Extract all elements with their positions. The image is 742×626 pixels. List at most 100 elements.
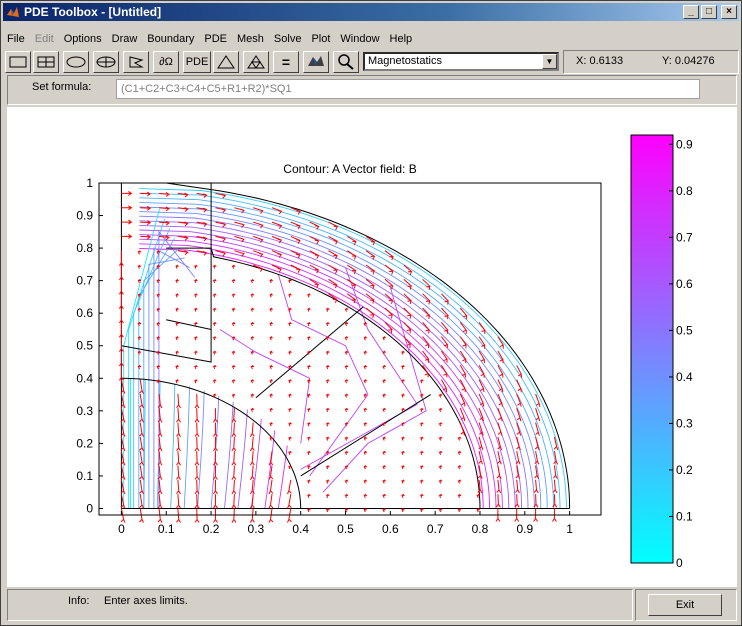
- contour-plot[interactable]: 0 0.1 0.2 0.3 0.4 0.5 0.6 0.7 0.8 0.9 1 0 0.1 0.2 0.3 0…: [7, 107, 737, 587]
- field-arrow: [177, 207, 189, 212]
- field-arrow: [478, 436, 484, 451]
- field-arrow: [363, 422, 367, 427]
- boundary-mode-button[interactable]: ∂Ω: [153, 51, 179, 73]
- field-arrow: [121, 219, 133, 225]
- field-arrow: [363, 336, 367, 341]
- x-tick-label: 0.2: [203, 522, 220, 536]
- y-tick-label: 0: [86, 501, 93, 515]
- field-arrow: [139, 436, 144, 452]
- menu-options[interactable]: Options: [60, 31, 108, 47]
- plot-button[interactable]: [303, 51, 329, 73]
- field-arrow: [438, 465, 443, 470]
- menu-solve[interactable]: Solve: [270, 31, 308, 47]
- refine-mesh-icon: [247, 55, 265, 69]
- field-arrow: [307, 422, 311, 427]
- field-arrow: [137, 321, 141, 327]
- field-arrow: [231, 264, 236, 269]
- field-arrow: [401, 379, 405, 384]
- core-contour-line: [224, 401, 234, 509]
- field-arrow: [194, 321, 198, 327]
- draw-polygon-button[interactable]: [123, 51, 149, 73]
- field-arrow: [307, 493, 311, 498]
- field-arrow: [325, 450, 330, 455]
- field-arrow: [194, 278, 198, 284]
- draw-rectangle-button[interactable]: [5, 51, 31, 73]
- menu-file[interactable]: File: [3, 31, 31, 47]
- menu-boundary[interactable]: Boundary: [143, 31, 200, 47]
- field-arrow: [307, 450, 311, 455]
- field-arrow: [250, 307, 254, 312]
- field-arrow: [137, 307, 141, 312]
- field-arrow: [213, 479, 218, 495]
- solve-button[interactable]: =: [273, 51, 299, 73]
- field-arrow: [194, 307, 198, 312]
- field-arrow: [137, 364, 141, 370]
- field-arrow: [516, 379, 522, 393]
- pde-spec-button[interactable]: PDE: [183, 51, 211, 73]
- init-mesh-button[interactable]: [213, 51, 239, 73]
- x-tick-label: 0: [118, 522, 125, 536]
- field-arrow: [535, 408, 541, 422]
- field-arrow: [176, 393, 181, 409]
- field-arrow: [139, 393, 144, 409]
- field-arrow: [307, 393, 311, 398]
- yoke-contour-line: [139, 229, 510, 509]
- field-arrow: [307, 465, 311, 470]
- field-arrow: [344, 393, 349, 398]
- menu-mesh[interactable]: Mesh: [233, 31, 270, 47]
- field-arrow: [250, 336, 254, 341]
- field-arrow: [139, 408, 144, 423]
- field-arrow: [363, 436, 367, 441]
- menu-draw[interactable]: Draw: [108, 31, 144, 47]
- menu-help[interactable]: Help: [386, 31, 419, 47]
- menu-edit[interactable]: Edit: [31, 31, 60, 47]
- core-contour-line: [170, 383, 176, 509]
- minimize-button[interactable]: _: [683, 5, 699, 19]
- x-tick-label: 0.3: [248, 522, 265, 536]
- field-arrow: [175, 336, 179, 341]
- menu-pde[interactable]: PDE: [200, 31, 233, 47]
- zoom-button[interactable]: [333, 51, 359, 73]
- draw-ellipse-centered-button[interactable]: [93, 51, 119, 73]
- chevron-down-icon[interactable]: ▼: [542, 54, 557, 69]
- draw-rectangle-centered-button[interactable]: [33, 51, 59, 73]
- close-button[interactable]: ×: [721, 5, 737, 19]
- application-mode-select[interactable]: Magnetostatics ▼: [363, 52, 559, 71]
- field-arrow: [118, 293, 124, 309]
- field-arrow: [440, 365, 448, 378]
- maximize-button[interactable]: □: [701, 5, 717, 19]
- colorbar-tick-label: 0.9: [676, 137, 693, 151]
- title-bar[interactable]: PDE Toolbox - [Untitled] _ □ ×: [3, 3, 739, 21]
- y-tick-label: 0.7: [76, 274, 93, 288]
- field-arrow: [438, 407, 443, 412]
- yoke-contour-line: [139, 188, 567, 509]
- triangle-mesh-icon: [217, 55, 235, 69]
- menu-window[interactable]: Window: [336, 31, 385, 47]
- field-arrow: [438, 422, 443, 427]
- plot-canvas[interactable]: 0 0.1 0.2 0.3 0.4 0.5 0.6 0.7 0.8 0.9 1 0 0.1 0.2 0.3 0…: [7, 107, 737, 587]
- field-arrow: [194, 451, 200, 466]
- colorbar-tick-label: 0.4: [676, 370, 693, 384]
- field-arrow: [121, 233, 133, 239]
- field-arrow: [194, 436, 200, 452]
- refine-mesh-button[interactable]: [243, 51, 269, 73]
- field-arrow: [344, 321, 349, 327]
- field-arrow: [384, 307, 393, 319]
- field-arrow: [457, 450, 462, 455]
- field-arrow: [325, 407, 330, 412]
- set-formula-label: Set formula:: [32, 81, 92, 93]
- set-formula-input[interactable]: (C1+C2+C3+C4+C5+R1+R2)*SQ1: [116, 79, 700, 99]
- field-arrow: [249, 465, 255, 480]
- menu-plot[interactable]: Plot: [307, 31, 336, 47]
- field-arrow: [118, 322, 124, 338]
- field-arrow: [268, 508, 274, 523]
- field-arrow: [139, 379, 144, 394]
- field-arrow: [250, 364, 254, 370]
- column-contour-line: [158, 230, 196, 509]
- exit-button[interactable]: Exit: [648, 594, 722, 616]
- field-arrow: [231, 321, 236, 327]
- draw-ellipse-button[interactable]: [63, 51, 89, 73]
- minimize-icon: _: [688, 6, 694, 17]
- field-arrow: [177, 250, 189, 256]
- info-label: Info:: [68, 595, 90, 607]
